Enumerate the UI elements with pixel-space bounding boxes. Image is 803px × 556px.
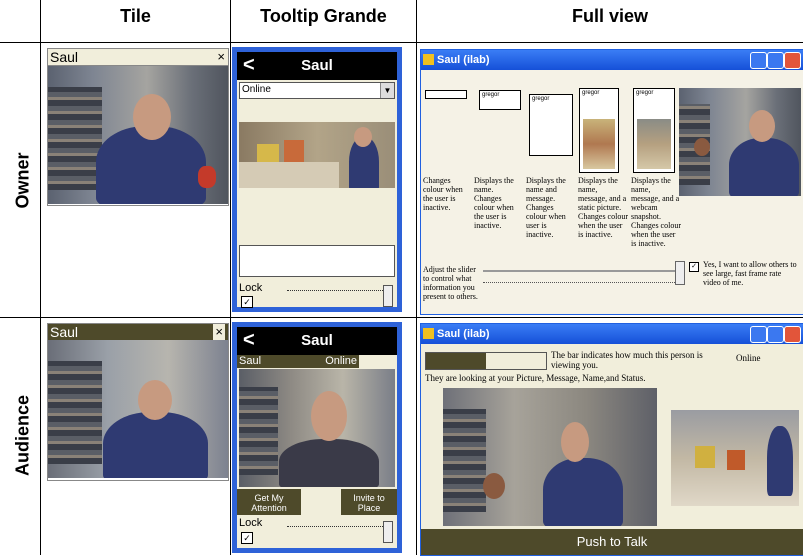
close-icon[interactable]: ×	[217, 49, 225, 65]
slider-thumb[interactable]	[383, 285, 393, 307]
slider-thumb[interactable]	[383, 521, 393, 543]
audience-tooltip-name: Saul	[239, 355, 262, 367]
audience-full-status: Online	[736, 353, 761, 363]
chevron-down-icon[interactable]: ▼	[380, 83, 394, 98]
owner-tooltip-title: Saul	[301, 57, 333, 74]
maximize-icon[interactable]	[767, 326, 784, 343]
header-tile: Tile	[120, 6, 151, 26]
status-dropdown-value: Online	[242, 84, 271, 95]
audience-full-title: Saul (ilab)	[437, 328, 490, 340]
owner-full-window: Saul (ilab) gregor gregor gregor gregor …	[420, 49, 803, 315]
audience-full-main-video	[443, 388, 657, 526]
video-permission-label: Yes, I want to allow others to see large…	[703, 260, 797, 287]
audience-tile-name: Saul	[50, 324, 79, 340]
slider-caption: Adjust the slider to control what inform…	[423, 265, 478, 301]
caption-webcam-snapshot: Displays the name, message, and a webcam…	[631, 176, 681, 248]
close-icon[interactable]	[784, 326, 801, 343]
panel-name-message: gregor	[529, 94, 573, 156]
audience-tooltip-header: < Saul	[237, 327, 397, 355]
owner-tile[interactable]: Saul ×	[47, 48, 229, 206]
row-label-audience: Audience	[12, 394, 33, 477]
panel-name: gregor	[479, 90, 521, 110]
app-icon	[423, 328, 434, 339]
push-to-talk-button[interactable]: Push to Talk	[421, 529, 803, 555]
row-label-owner: Owner	[12, 152, 33, 209]
panel-webcam-snapshot: gregor	[633, 88, 675, 173]
close-icon[interactable]: ×	[213, 324, 225, 340]
owner-full-slider-thumb[interactable]	[675, 261, 685, 285]
owner-tile-name: Saul	[50, 49, 79, 65]
privacy-slider[interactable]	[287, 290, 385, 299]
message-input[interactable]	[239, 245, 395, 277]
video-permission-checkbox[interactable]: ✓	[689, 262, 699, 272]
owner-full-slider-ticks	[483, 282, 681, 286]
privacy-slider[interactable]	[287, 526, 385, 535]
audience-full-small-video	[671, 410, 799, 506]
audience-tooltip-title: Saul	[301, 332, 333, 349]
audience-tile-titlebar: Saul ×	[48, 324, 228, 340]
minimize-icon[interactable]	[750, 52, 767, 69]
owner-full-titlebar: Saul (ilab)	[421, 50, 803, 70]
status-badge: Online	[325, 355, 357, 367]
audience-status-bar: Saul Online	[237, 355, 397, 368]
audience-full-titlebar: Saul (ilab)	[421, 324, 803, 344]
header-full-view: Full view	[571, 6, 649, 26]
caption-static-picture: Displays the name, message, and a static…	[578, 176, 628, 239]
get-attention-button[interactable]: Get My Attention	[237, 489, 301, 515]
audience-tooltip-video	[239, 369, 395, 487]
lock-checkbox[interactable]: ✓	[241, 296, 253, 308]
owner-tile-video	[48, 66, 228, 204]
audience-full-window: Saul (ilab) The bar indicates how much t…	[420, 323, 803, 556]
close-icon[interactable]	[784, 52, 801, 69]
audience-tile-video	[48, 340, 228, 478]
owner-full-title: Saul (ilab)	[437, 54, 490, 66]
lock-label: Lock	[239, 517, 263, 529]
caption-name: Displays the name. Changes colour when t…	[474, 176, 514, 230]
header-tooltip-grande: Tooltip Grande	[260, 6, 387, 26]
owner-tile-titlebar: Saul ×	[48, 49, 228, 66]
owner-tooltip-grande: < Saul Online ▼ Lock ✓	[232, 47, 402, 312]
viewing-bar-caption: The bar indicates how much this person i…	[551, 350, 703, 370]
owner-tooltip-picture	[239, 122, 395, 188]
maximize-icon[interactable]	[767, 52, 784, 69]
status-dropdown[interactable]: Online ▼	[239, 82, 395, 99]
owner-full-video	[679, 88, 801, 196]
looking-caption: They are looking at your Picture, Messag…	[425, 373, 646, 383]
invite-to-place-button[interactable]: Invite to Place	[341, 489, 397, 515]
lock-label: Lock	[239, 282, 263, 294]
caption-blank: Changes colour when the user is inactive…	[423, 176, 463, 212]
owner-tooltip-header: < Saul	[237, 52, 397, 80]
lock-checkbox[interactable]: ✓	[241, 532, 253, 544]
panel-static-picture: gregor	[579, 88, 619, 173]
minimize-icon[interactable]	[750, 326, 767, 343]
panel-blank	[425, 90, 467, 99]
audience-tooltip-grande: < Saul Saul Online Get My Attention Invi…	[232, 322, 402, 553]
audience-tile[interactable]: Saul ×	[47, 323, 229, 481]
viewing-bar	[425, 352, 547, 370]
owner-full-slider[interactable]	[483, 270, 681, 272]
caption-name-message: Displays the name and message. Changes c…	[526, 176, 566, 239]
viewing-bar-fill	[426, 353, 486, 369]
app-icon	[423, 54, 434, 65]
